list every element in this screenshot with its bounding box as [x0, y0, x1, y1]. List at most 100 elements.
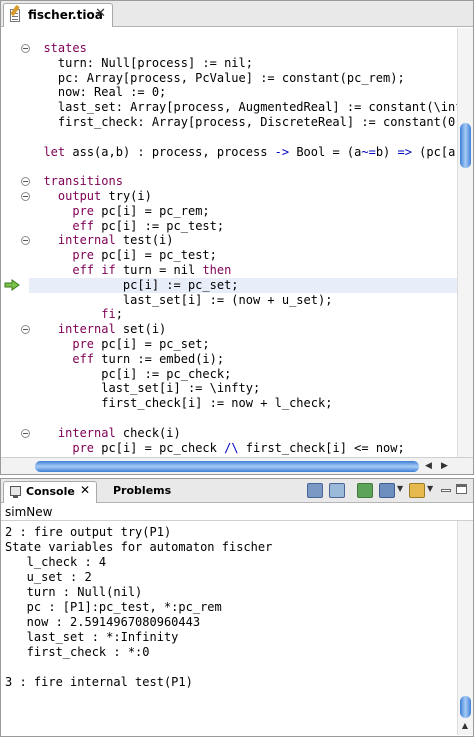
console-tab-bar: Console ✕ Problems ▼ ▼ [1, 479, 473, 503]
vertical-scrollbar-thumb[interactable] [460, 123, 471, 168]
code-text: pc[i] := pc_set; [29, 277, 239, 292]
code-line: pre pc[i] = pc_test; [29, 248, 457, 263]
code-text: ; [115, 307, 123, 322]
vertical-ruler [1, 28, 30, 458]
code-text: pc[i] = pc_check [94, 440, 225, 455]
code-text: pc[i] = pc_rem; [94, 203, 210, 218]
code-area[interactable]: states turn: Null[process] := nil; pc: A… [29, 41, 457, 458]
code-keyword: internal [57, 233, 116, 248]
code-keyword: output [57, 188, 102, 203]
code-text: last_set[i] := \infty; [29, 381, 261, 396]
chevron-down-icon[interactable]: ▼ [427, 484, 433, 493]
code-text: last_set[i] := (now + u_set); [29, 292, 333, 307]
code-text: first_check[i] <= now; [238, 440, 405, 455]
code-line: pre pc[i] = pc_check /\ first_check[i] <… [29, 441, 457, 456]
code-line: pre pc[i] = pc_set; [29, 337, 457, 352]
editor-tab-bar: fischer.tioa ✕ [1, 1, 473, 27]
code-keyword: pre [72, 336, 95, 351]
console-line: pc : [P1]:pc_test, *:pc_rem [5, 600, 222, 614]
minimize-icon[interactable] [441, 489, 451, 492]
display-console-icon[interactable] [379, 483, 395, 498]
code-keyword: internal [57, 322, 116, 337]
code-line: first_check: Array[process, DiscreteReal… [29, 115, 457, 130]
console-vertical-scrollbar[interactable]: ▲ [457, 521, 473, 735]
console-line: l_check : 4 [5, 555, 107, 569]
code-keyword: internal [57, 425, 116, 440]
code-text: turn := embed(i); [94, 351, 225, 366]
tab-console[interactable]: Console ✕ [3, 481, 97, 503]
code-keyword: pre [72, 440, 95, 455]
horizontal-scrollbar-thumb[interactable] [35, 461, 419, 472]
console-output[interactable]: 2 : fire output try(P1) State variables f… [5, 525, 453, 735]
code-line: states [29, 41, 457, 56]
console-pane: Console ✕ Problems ▼ ▼ simNew 2 : fire o… [0, 478, 474, 737]
tab-problems[interactable]: Problems [99, 481, 172, 503]
tab-console-label: Console [26, 485, 75, 498]
code-line: pc: Array[process, PcValue] := constant(… [29, 71, 457, 86]
code-text: now: Real := 0; [29, 85, 167, 100]
instruction-pointer-icon [4, 278, 20, 291]
code-keyword: states [43, 41, 87, 55]
code-keyword: pre [72, 203, 95, 218]
overview-ruler [457, 28, 473, 458]
console-line: last_set : *:Infinity [5, 630, 179, 644]
code-text: first_check[i] := now + l_check; [29, 396, 333, 411]
code-line: turn: Null[process] := nil; [29, 56, 457, 71]
code-text: pc[i] = pc_set; [94, 336, 210, 351]
horizontal-scrollbar[interactable]: ◀ ▶ [1, 457, 473, 474]
tab-problems-label: Problems [113, 484, 172, 497]
code-keyword: eff [72, 351, 95, 366]
close-icon[interactable]: ✕ [80, 483, 90, 497]
code-keyword: pre [72, 248, 95, 263]
console-line: now : 2.5914967080960443 [5, 615, 201, 629]
code-line: first_check[i] := now + l_check; [29, 396, 457, 411]
code-line: last_set[i] := (now + u_set); [29, 293, 457, 308]
scroll-up-icon[interactable]: ▲ [460, 721, 470, 730]
console-scrollbar-thumb[interactable] [460, 696, 471, 718]
code-line: output try(i) [29, 189, 457, 204]
maximize-icon[interactable] [456, 484, 467, 494]
code-text: try(i) [101, 188, 152, 203]
code-text: check(i) [115, 425, 181, 440]
remove-launch-icon[interactable] [329, 483, 345, 498]
code-text: turn = nil [115, 262, 203, 277]
code-line: fi; [29, 307, 457, 322]
code-keyword: transitions [43, 174, 123, 189]
editor-pane: fischer.tioa ✕ states turn: Null[process… [0, 0, 474, 475]
pin-console-icon[interactable] [357, 483, 373, 498]
close-icon[interactable]: ✕ [95, 6, 106, 21]
editor-tab-fischer[interactable]: fischer.tioa ✕ [3, 3, 113, 27]
code-keyword: then [202, 262, 232, 277]
console-name: simNew [1, 504, 473, 521]
code-line: eff pc[i] := pc_test; [29, 219, 457, 234]
console-line: State variables for automaton fischer [5, 540, 273, 554]
chevron-down-icon[interactable]: ▼ [397, 484, 403, 493]
console-line: turn : Null(nil) [5, 585, 143, 599]
code-operator: /\ [224, 440, 239, 455]
code-text: pc[i] := pc_check; [29, 366, 232, 381]
code-line: transitions [29, 174, 457, 189]
terminate-icon[interactable] [307, 483, 323, 498]
code-text: Bool = (a [289, 144, 362, 159]
code-operator: ~= [361, 144, 376, 159]
console-line: 2 : fire output try(P1) [5, 525, 172, 539]
scroll-right-icon[interactable]: ▶ [437, 459, 452, 473]
code-line: internal check(i) [29, 426, 457, 441]
scroll-left-icon[interactable]: ◀ [421, 459, 436, 473]
code-line: let ass(a,b) : process, process -> Bool … [29, 145, 457, 160]
code-keyword: fi [101, 307, 116, 322]
open-console-icon[interactable] [409, 483, 425, 498]
